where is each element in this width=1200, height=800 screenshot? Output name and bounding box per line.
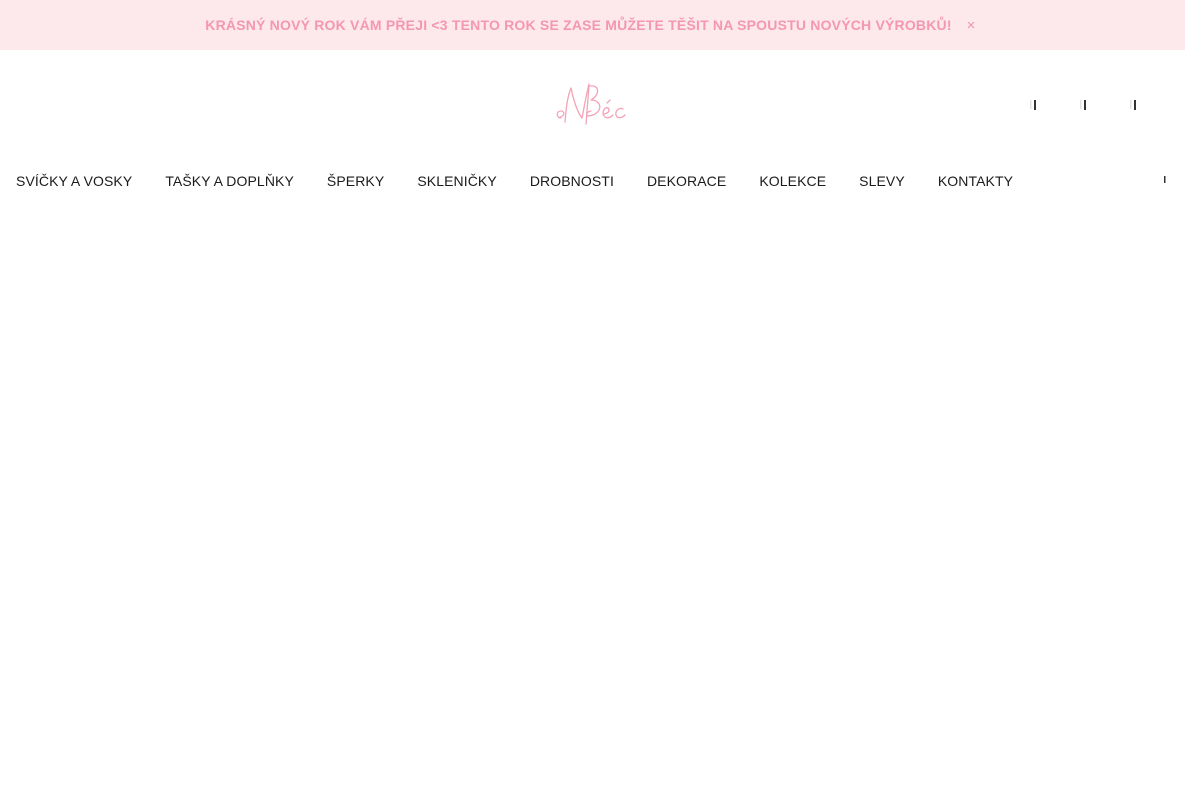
chevron-icon[interactable] bbox=[1160, 174, 1170, 186]
cart-icon[interactable] bbox=[1127, 94, 1147, 114]
announcement-bar: KRÁSNÝ NOVÝ ROK VÁM PŘEJI <3 TENTO ROK S… bbox=[0, 0, 1185, 50]
nav-item-dekorace[interactable]: DEKORACE bbox=[647, 173, 726, 189]
user-icon[interactable] bbox=[1077, 94, 1097, 114]
content-area bbox=[0, 202, 1185, 800]
nav-item-svicky[interactable]: SVÍČKY A VOSKY bbox=[16, 173, 132, 189]
nav-item-sklenicky[interactable]: SKLENIČKY bbox=[417, 173, 497, 189]
search-icon[interactable] bbox=[1027, 94, 1047, 114]
logo-graphic bbox=[556, 83, 626, 125]
nav-list: SVÍČKY A VOSKY TAŠKY A DOPLŇKY ŠPERKY SK… bbox=[0, 173, 1046, 189]
announcement-text: KRÁSNÝ NOVÝ ROK VÁM PŘEJI <3 TENTO ROK S… bbox=[205, 17, 952, 33]
nav-item-drobnosti[interactable]: DROBNOSTI bbox=[530, 173, 614, 189]
nav-item-kontakty[interactable]: KONTAKTY bbox=[938, 173, 1013, 189]
nav-item-slevy[interactable]: SLEVY bbox=[859, 173, 905, 189]
close-icon[interactable] bbox=[966, 20, 976, 30]
nav-item-sperky[interactable]: ŠPERKY bbox=[327, 173, 384, 189]
main-nav: SVÍČKY A VOSKY TAŠKY A DOPLŇKY ŠPERKY SK… bbox=[0, 160, 1185, 202]
site-header bbox=[0, 50, 1185, 160]
logo[interactable] bbox=[553, 78, 633, 134]
nav-item-tasky[interactable]: TAŠKY A DOPLŇKY bbox=[165, 173, 294, 189]
nav-item-kolekce[interactable]: KOLEKCE bbox=[759, 173, 826, 189]
page: KRÁSNÝ NOVÝ ROK VÁM PŘEJI <3 TENTO ROK S… bbox=[0, 0, 1200, 800]
header-icons bbox=[1027, 94, 1147, 114]
